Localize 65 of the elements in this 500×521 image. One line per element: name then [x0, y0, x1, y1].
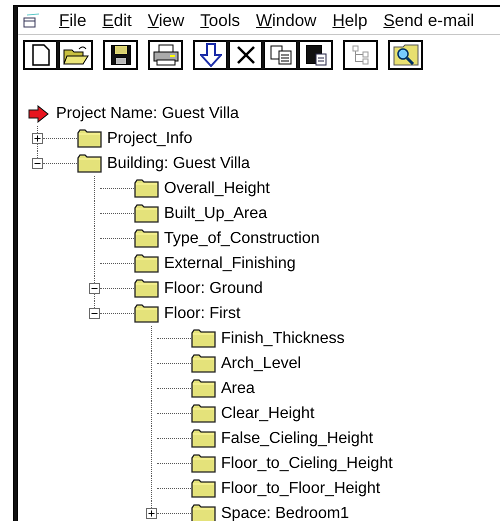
- open-folder-icon: [62, 45, 88, 65]
- folder-icon: [191, 404, 216, 423]
- copy-button[interactable]: [263, 40, 298, 70]
- folder-icon: [134, 254, 159, 273]
- collapse-icon[interactable]: [89, 283, 100, 294]
- folder-icon: [191, 329, 216, 348]
- print-button[interactable]: [148, 40, 183, 70]
- open-button[interactable]: [58, 40, 93, 70]
- tree-item-label[interactable]: Built_Up_Area: [164, 202, 268, 226]
- menu-item[interactable]: Window: [256, 8, 316, 34]
- arrow-icon: [28, 104, 49, 122]
- tree-item-label[interactable]: Arch_Level: [221, 352, 302, 376]
- tree-item-label[interactable]: Floor_to_Cieling_Height: [221, 452, 393, 476]
- folder-icon: [134, 279, 159, 298]
- copy-icon: [270, 45, 292, 65]
- folder-icon: [77, 154, 102, 173]
- collapse-icon[interactable]: [32, 158, 43, 169]
- tree-item-label[interactable]: Floor: Ground: [164, 276, 263, 300]
- folder-icon: [191, 454, 216, 473]
- menu-item[interactable]: File: [59, 8, 86, 34]
- folder-icon: [134, 204, 159, 223]
- blank-page-icon: [32, 44, 50, 66]
- close-icon: [236, 45, 256, 65]
- collapse-icon[interactable]: [89, 308, 100, 319]
- expand-icon[interactable]: [146, 508, 157, 519]
- folder-icon: [191, 354, 216, 373]
- menu-item[interactable]: Send e-mail: [383, 8, 474, 34]
- folder-icon: [77, 129, 102, 148]
- folder-icon: [191, 429, 216, 448]
- folder-icon: [191, 379, 216, 398]
- folder-icon: [134, 179, 159, 198]
- download-button[interactable]: [193, 40, 228, 70]
- find-button[interactable]: [388, 40, 423, 70]
- folder-search-icon: [392, 43, 418, 67]
- paste-button[interactable]: [298, 40, 333, 70]
- save-button[interactable]: [103, 40, 138, 70]
- tree-item-label[interactable]: Type_of_Construction: [164, 226, 320, 250]
- tree-item-label[interactable]: False_Cieling_Height: [221, 426, 374, 450]
- tree-item-label[interactable]: Building: Guest Villa: [107, 152, 250, 176]
- printer-icon: [152, 44, 178, 66]
- expand-icon[interactable]: [32, 133, 43, 144]
- tree-button[interactable]: [343, 40, 378, 70]
- tree-item-label[interactable]: Overall_Height: [164, 176, 270, 200]
- menu-item[interactable]: Tools: [200, 8, 240, 34]
- new-file-button[interactable]: [23, 40, 58, 70]
- clipboard-icon: [304, 44, 326, 66]
- down-arrow-icon: [200, 43, 222, 67]
- menu-item[interactable]: View: [148, 8, 184, 34]
- menu-item[interactable]: Help: [332, 8, 368, 34]
- menu-item[interactable]: Edit: [102, 8, 132, 34]
- tree-item-label[interactable]: Floor_to_Floor_Height: [221, 476, 380, 500]
- tree-item-label[interactable]: Space: Bedroom1: [221, 502, 350, 521]
- tree-item-label[interactable]: Project_Info: [107, 126, 192, 150]
- hierarchy-icon: [350, 44, 370, 66]
- folder-icon: [134, 304, 159, 323]
- folder-icon: [134, 229, 159, 248]
- tree-item-label[interactable]: External_Finishing: [164, 252, 296, 276]
- tree-item-label[interactable]: Clear_Height: [221, 402, 314, 426]
- tree-item-label[interactable]: Finish_Thickness: [221, 326, 345, 350]
- delete-button[interactable]: [228, 40, 263, 70]
- project-name-label[interactable]: Project Name: Guest Villa: [56, 102, 239, 126]
- tree-item-label[interactable]: Floor: First: [164, 302, 240, 326]
- tree-item-label[interactable]: Area: [221, 376, 255, 400]
- folder-icon: [191, 479, 216, 498]
- folder-icon: [191, 504, 216, 521]
